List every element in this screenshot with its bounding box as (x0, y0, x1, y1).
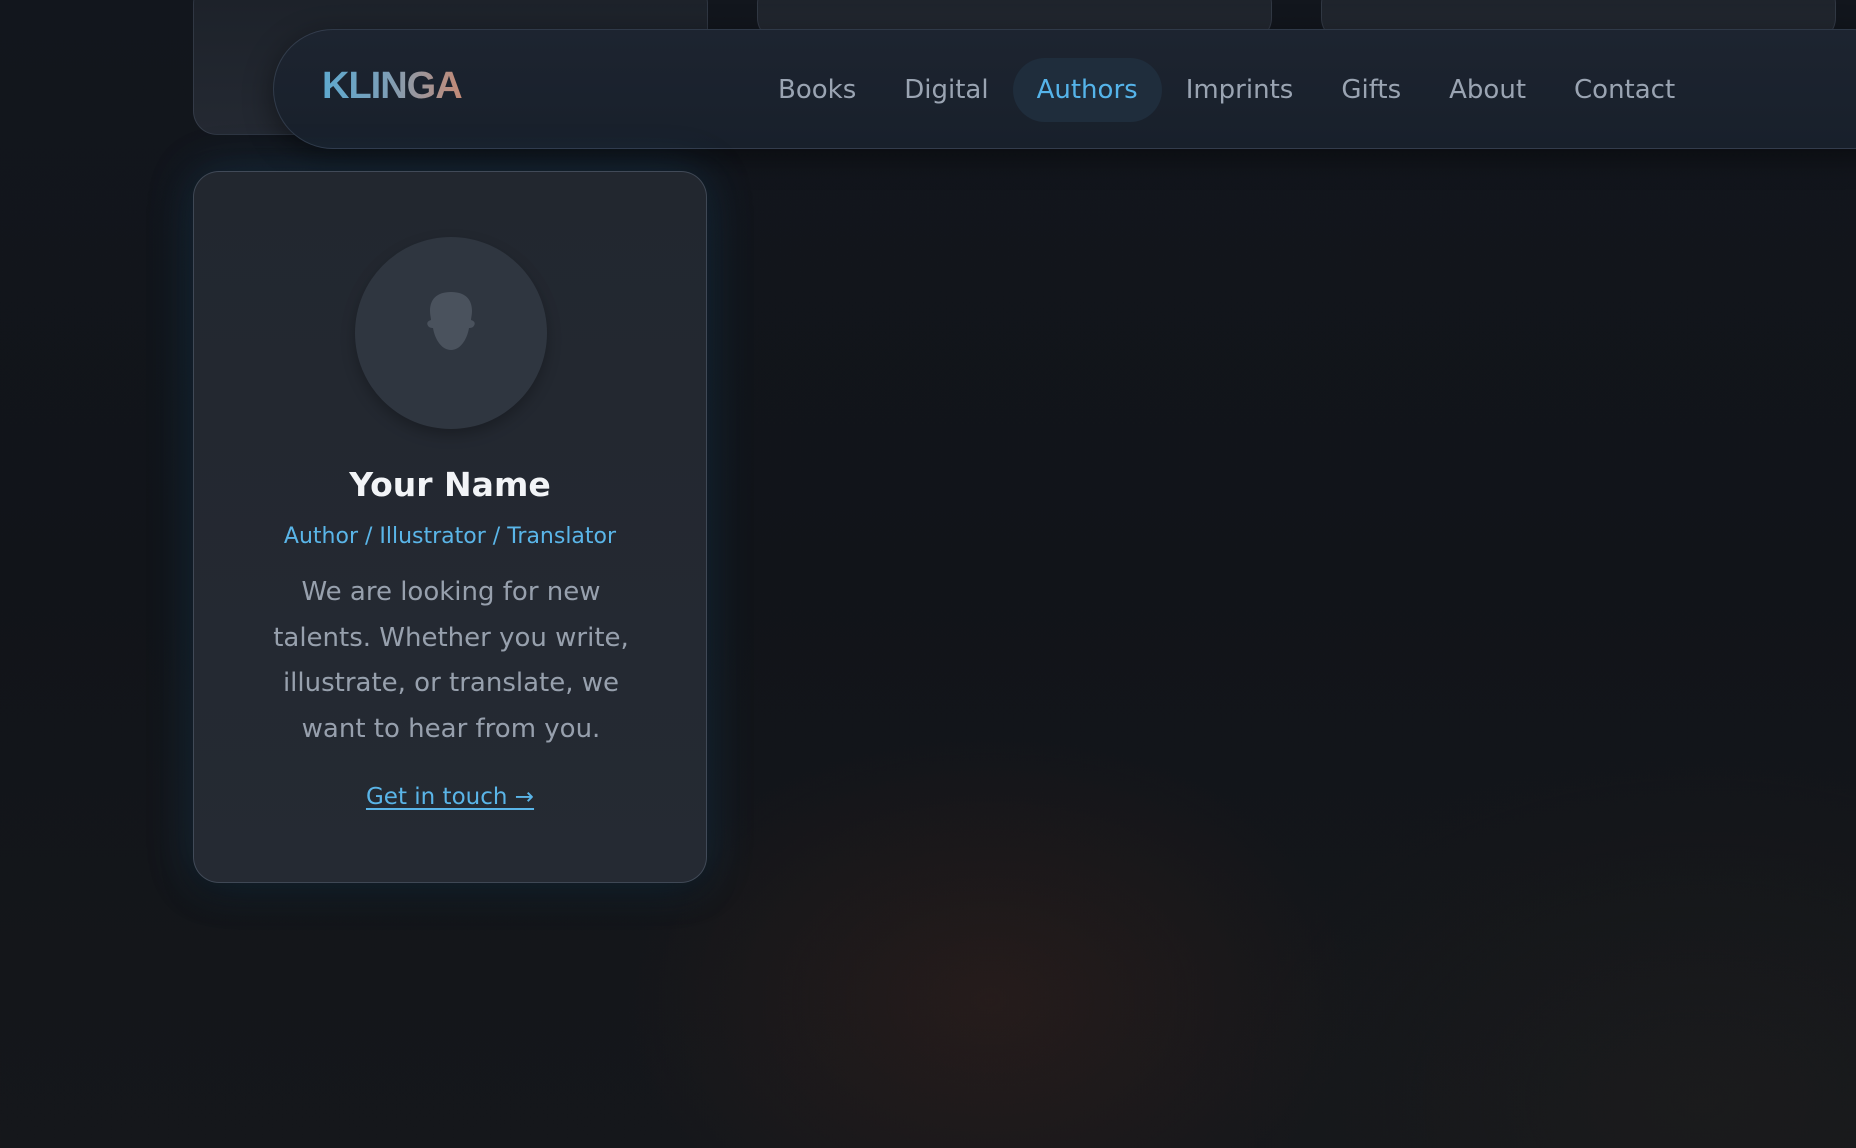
get-in-touch-link[interactable]: Get in touch → (366, 784, 534, 810)
cta-container: Get in touch → (194, 784, 706, 810)
nav-item-books[interactable]: Books (754, 58, 880, 122)
author-name: Your Name (349, 465, 551, 504)
avatar (355, 237, 547, 429)
nav-item-authors[interactable]: Authors (1012, 58, 1162, 122)
nav-item-about[interactable]: About (1425, 58, 1550, 122)
author-description: We are looking for new talents. Whether … (273, 577, 629, 744)
author-role: Author / Illustrator / Translator (283, 524, 617, 549)
nav-menu: Books Digital Authors Imprints Gifts Abo… (754, 58, 1699, 122)
top-navigation: KLINGA Books Digital Authors Imprints Gi… (273, 29, 1856, 149)
brand-logo[interactable]: KLINGA (322, 65, 463, 108)
person-silhouette-icon (427, 292, 475, 350)
nav-item-imprints[interactable]: Imprints (1162, 58, 1318, 122)
author-card: Your Name Author / Illustrator / Transla… (193, 171, 707, 883)
nav-item-contact[interactable]: Contact (1550, 58, 1699, 122)
nav-item-digital[interactable]: Digital (880, 58, 1012, 122)
nav-item-gifts[interactable]: Gifts (1317, 58, 1425, 122)
